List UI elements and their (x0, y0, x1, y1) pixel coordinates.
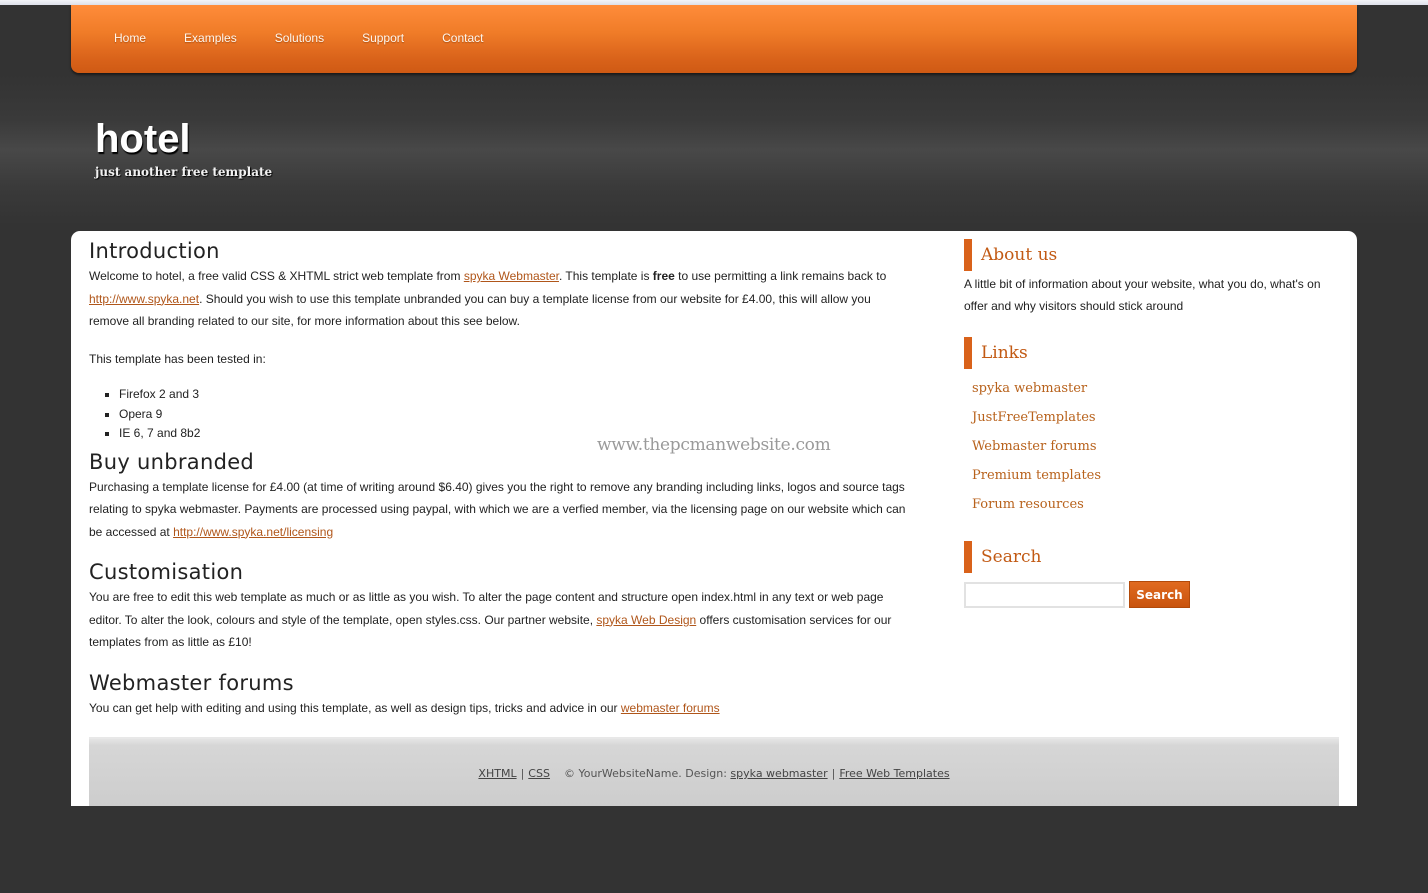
buy-paragraph: Purchasing a template license for £4.00 … (89, 476, 909, 544)
xhtml-link[interactable]: XHTML (478, 767, 516, 780)
webmaster-forums-link[interactable]: webmaster forums (621, 701, 720, 715)
header-background (0, 75, 1428, 225)
separator: | (831, 767, 836, 780)
intro-text: Welcome to hotel, a free valid CSS & XHT… (89, 269, 464, 283)
top-navigation: Home Examples Solutions Support Contact (71, 5, 1357, 73)
search-input[interactable] (964, 581, 1125, 608)
customisation-paragraph: You are free to edit this web template a… (89, 586, 909, 654)
nav-home[interactable]: Home (95, 29, 165, 47)
footer-design-link[interactable]: spyka webmaster (730, 767, 827, 780)
watermark: www.thepcmanwebsite.com (597, 435, 831, 455)
sidebar-link-justfreetemplates[interactable]: JustFreeTemplates (972, 410, 1096, 425)
about-text: A little bit of information about your w… (964, 277, 1321, 313)
sidebar-link-spyka-webmaster[interactable]: spyka webmaster (972, 381, 1087, 396)
spyka-net-link[interactable]: http://www.spyka.net (89, 292, 199, 306)
separator: | (520, 767, 525, 780)
main-column: Introduction Welcome to hotel, a free va… (89, 237, 909, 734)
list-item: Firefox 2 and 3 (119, 385, 909, 405)
forums-text: You can get help with editing and using … (89, 700, 621, 715)
spyka-web-design-link[interactable]: spyka Web Design (596, 613, 696, 627)
customisation-heading: Customisation (89, 560, 244, 584)
links-list: spyka webmaster JustFreeTemplates Webmas… (972, 379, 1344, 524)
intro-text: . Should you wish to use this template u… (89, 291, 871, 329)
search-form: Search (964, 581, 1344, 608)
licensing-link[interactable]: http://www.spyka.net/licensing (173, 525, 333, 539)
about-heading: About us (964, 239, 1344, 271)
sidebar-link-forum-resources[interactable]: Forum resources (972, 497, 1084, 512)
free-web-templates-link[interactable]: Free Web Templates (839, 767, 949, 780)
intro-text: to use permitting a link remains back to (674, 269, 887, 283)
search-button[interactable]: Search (1129, 581, 1190, 608)
copyright-text: © YourWebsiteName. Design: (563, 767, 731, 780)
sidebar-link-premium-templates[interactable]: Premium templates (972, 468, 1101, 483)
search-heading: Search (964, 541, 1344, 573)
free-emphasis: free (652, 269, 675, 283)
nav-solutions[interactable]: Solutions (256, 29, 343, 47)
intro-paragraph: Welcome to hotel, a free valid CSS & XHT… (89, 265, 909, 333)
forums-heading: Webmaster forums (89, 670, 294, 695)
site-title: hotel (95, 117, 191, 161)
nav-examples[interactable]: Examples (165, 29, 256, 47)
links-heading: Links (964, 337, 1344, 369)
nav-support[interactable]: Support (343, 29, 423, 47)
list-item: Opera 9 (119, 405, 909, 425)
spyka-webmaster-link[interactable]: spyka Webmaster (464, 269, 559, 283)
intro-text: . This template is (558, 269, 653, 283)
footer: XHTML | CSS © YourWebsiteName. Design: spy… (89, 737, 1339, 806)
forums-paragraph: You can get help with editing and using … (89, 697, 909, 720)
sidebar-link-webmaster-forums[interactable]: Webmaster forums (972, 439, 1097, 454)
content-panel: Introduction Welcome to hotel, a free va… (71, 231, 1357, 806)
site-slogan: just another free template (95, 165, 273, 179)
tested-intro: This template has been tested in: (89, 351, 266, 366)
css-link[interactable]: CSS (528, 767, 550, 780)
nav-contact[interactable]: Contact (423, 29, 502, 47)
sidebar: About us A little bit of information abo… (964, 239, 1344, 608)
intro-heading: Introduction (89, 239, 220, 263)
